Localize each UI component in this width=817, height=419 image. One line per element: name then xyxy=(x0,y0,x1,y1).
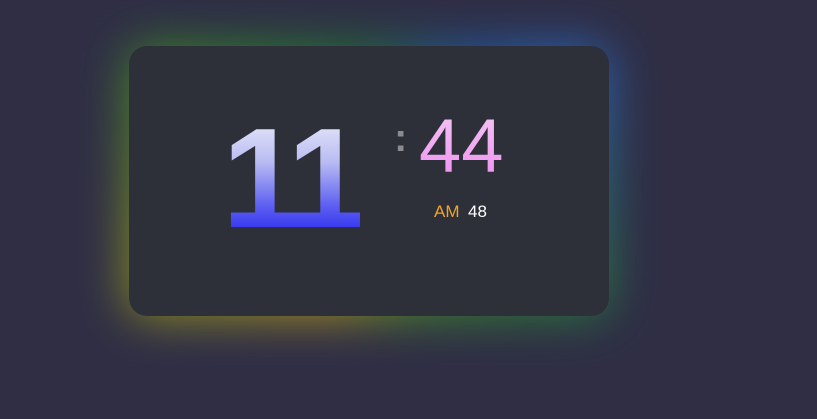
clock-separator: : xyxy=(394,116,408,160)
clock-minutes: 44 xyxy=(419,104,504,189)
clock-card xyxy=(129,46,609,316)
clock-hours: 11 xyxy=(222,99,366,258)
clock-period: AM xyxy=(434,202,460,221)
clock-seconds: 48 xyxy=(468,202,487,221)
